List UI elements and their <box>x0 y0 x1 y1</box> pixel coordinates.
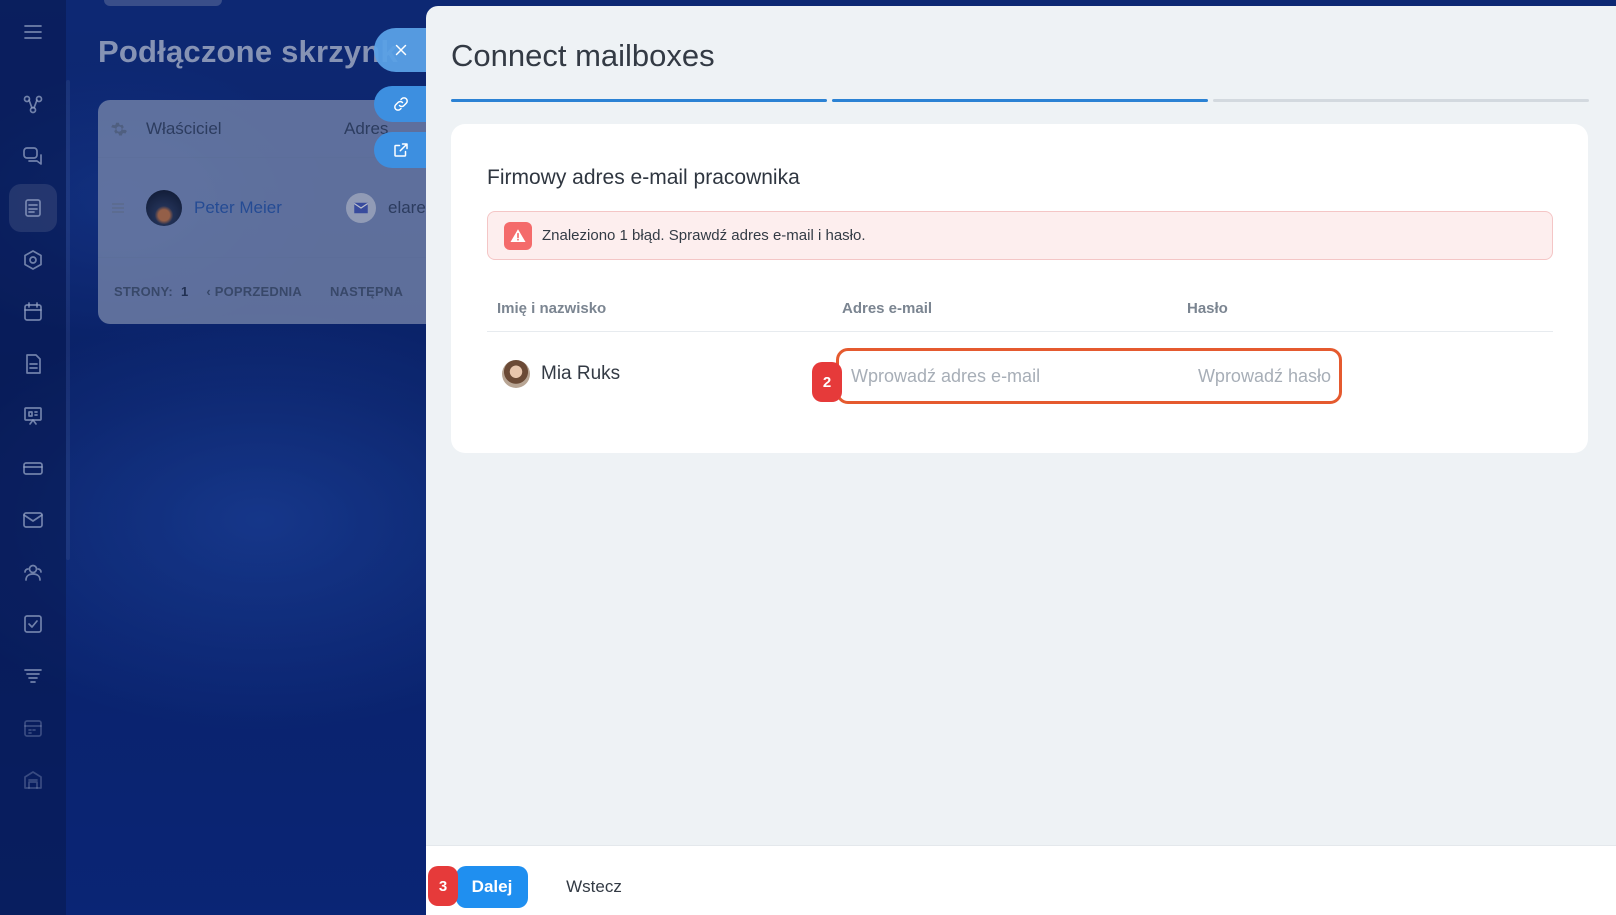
table-pager: STRONY: 1 ‹ POPRZEDNIA NASTĘPNA <box>98 258 438 324</box>
column-email: Adres e-mail <box>842 300 933 317</box>
close-slider-button[interactable] <box>374 28 428 72</box>
panel-title: Connect mailboxes <box>451 38 715 73</box>
next-page-button[interactable]: NASTĘPNA <box>330 284 403 299</box>
step-progress <box>451 99 1589 102</box>
background-tab <box>104 0 222 6</box>
step-3-bar <box>1213 99 1589 102</box>
rail-item-chat-icon[interactable] <box>9 132 57 180</box>
error-alert: Znaleziono 1 błąd. Sprawdź adres e-mail … <box>487 211 1553 260</box>
column-owner: Właściciel <box>146 118 222 138</box>
copy-link-button[interactable] <box>374 86 428 122</box>
connect-mailboxes-panel: Connect mailboxes Firmowy adres e-mail p… <box>426 6 1616 915</box>
menu-icon[interactable] <box>11 10 55 54</box>
rail-item-schedule-icon[interactable] <box>9 704 57 752</box>
external-link-icon <box>394 143 408 157</box>
background-page-title: Podłączone skrzynk <box>98 34 398 69</box>
gear-icon[interactable] <box>110 120 128 138</box>
step-2-bar <box>832 99 1208 102</box>
next-button[interactable]: Dalej <box>456 866 528 908</box>
avatar <box>146 189 182 226</box>
owner-name-link[interactable]: Peter Meier <box>194 198 346 218</box>
employee-email-card: Firmowy adres e-mail pracownika Znalezio… <box>451 124 1588 453</box>
rail-item-card-icon[interactable] <box>9 444 57 492</box>
employee-name: Mia Ruks <box>541 363 621 384</box>
drag-handle-icon[interactable] <box>110 200 126 216</box>
left-rail <box>0 0 66 915</box>
rail-item-tasks-icon[interactable] <box>9 600 57 648</box>
mailbox-address: elare <box>388 197 426 217</box>
prev-page-button[interactable]: ‹ POPRZEDNIA <box>206 284 302 299</box>
annotation-badge-3: 3 <box>428 866 458 906</box>
rail-item-funnel-icon[interactable] <box>9 652 57 700</box>
rail-item-store-icon[interactable] <box>9 756 57 804</box>
link-icon <box>394 97 408 111</box>
table-header: Imię i nazwisko Adres e-mail Hasło <box>487 284 1553 332</box>
table-row: Mia Ruks <box>487 334 1553 416</box>
rail-item-mail-icon[interactable] <box>9 496 57 544</box>
rail-item-feed-icon[interactable] <box>9 184 57 232</box>
avatar <box>502 360 530 388</box>
rail-item-board-icon[interactable] <box>9 392 57 440</box>
panel-footer: Dalej Wstecz <box>426 845 1616 915</box>
warning-icon <box>504 221 532 250</box>
email-field[interactable] <box>851 361 1171 391</box>
rail-item-calendar-icon[interactable] <box>9 288 57 336</box>
open-new-window-button[interactable] <box>374 132 428 168</box>
rail-item-users-icon[interactable] <box>9 548 57 596</box>
close-icon <box>395 44 407 56</box>
employee: Mia Ruks <box>502 360 620 388</box>
annotation-badge-2: 2 <box>812 362 842 402</box>
rail-item-document-icon[interactable] <box>9 340 57 388</box>
rail-item-workflow-icon[interactable] <box>9 80 57 128</box>
column-password: Hasło <box>1187 300 1228 317</box>
card-title: Firmowy adres e-mail pracownika <box>487 166 800 189</box>
credentials-input-group <box>836 348 1342 404</box>
pages-indicator: STRONY: 1 <box>114 283 189 299</box>
column-name: Imię i nazwisko <box>497 300 607 317</box>
password-field[interactable] <box>1196 361 1331 391</box>
step-1-bar <box>451 99 827 102</box>
rail-item-hexagon-icon[interactable] <box>9 236 57 284</box>
error-message: Znaleziono 1 błąd. Sprawdź adres e-mail … <box>542 227 866 244</box>
mail-icon <box>346 192 376 223</box>
back-button[interactable]: Wstecz <box>554 866 634 908</box>
rail-scrollbar[interactable] <box>66 80 70 560</box>
table-row: Peter Meier elare <box>98 158 438 258</box>
